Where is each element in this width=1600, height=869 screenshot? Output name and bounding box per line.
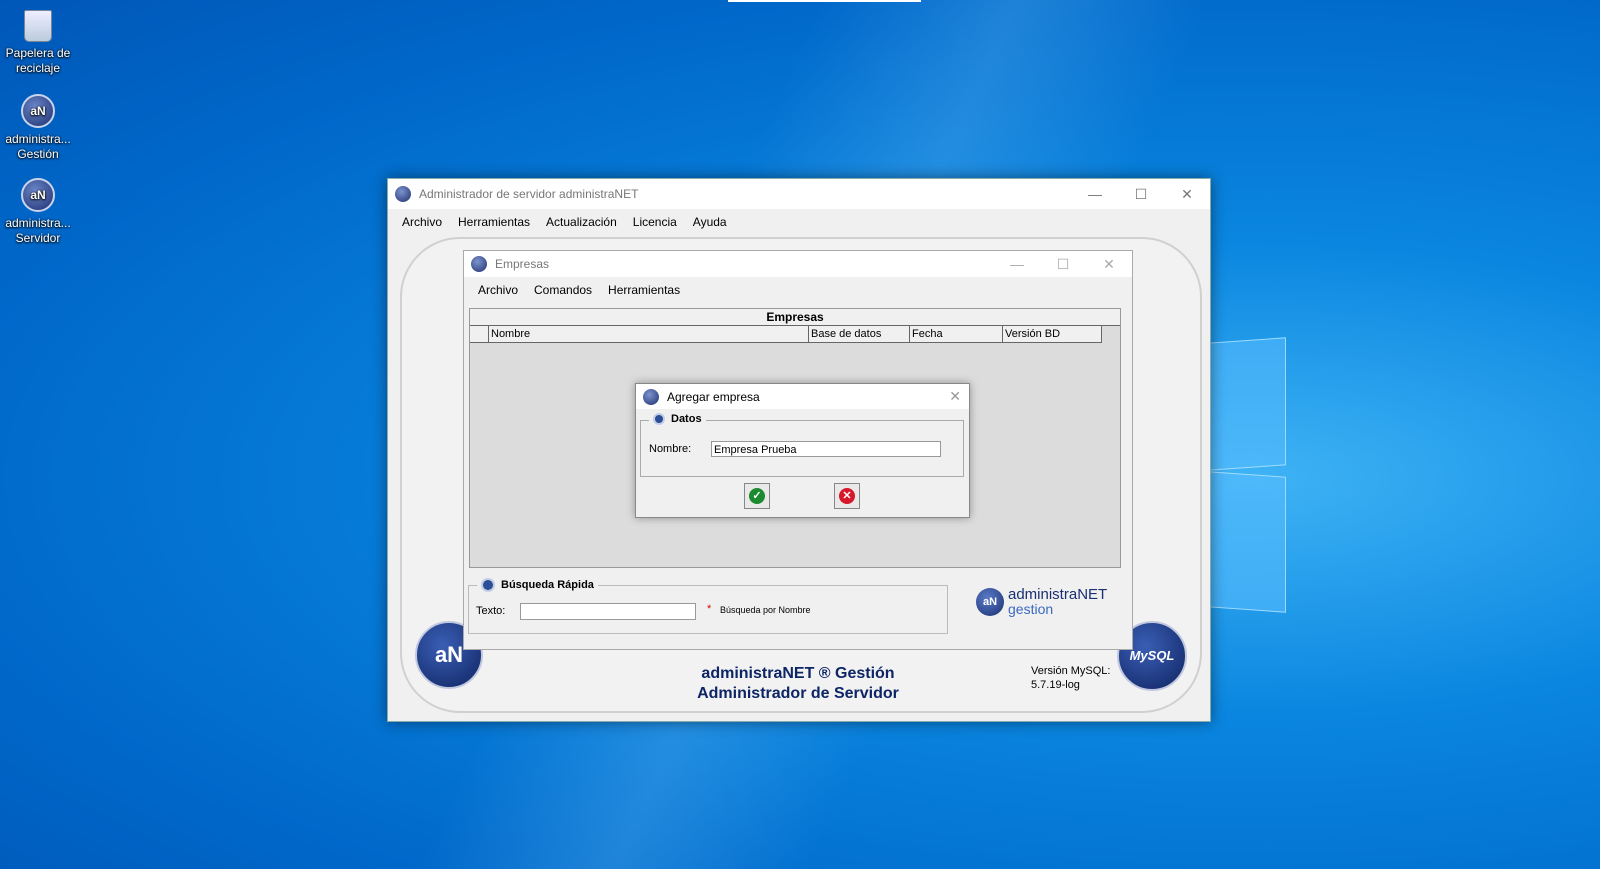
minimize-button[interactable]: — — [1072, 179, 1118, 209]
menu-licencia[interactable]: Licencia — [633, 215, 677, 229]
brand-subtitle: Administrador de Servidor — [697, 685, 899, 702]
administranet-server-icon: aN — [21, 178, 55, 212]
cancel-icon: ✕ — [839, 488, 855, 504]
app-icon — [471, 256, 487, 272]
dialog-titlebar[interactable]: Agregar empresa ✕ — [636, 384, 969, 409]
administranet-gestion-logo: aN administraNET gestion — [976, 586, 1108, 617]
windows-logo-pane — [1208, 471, 1286, 613]
search-input[interactable] — [520, 603, 696, 620]
main-window-title: Administrador de servidor administraNET — [419, 187, 639, 201]
name-label: Nombre: — [649, 443, 692, 455]
brand-title: administraNET ® Gestión — [701, 665, 895, 682]
column-header-base-de-datos[interactable]: Base de datos — [809, 326, 910, 342]
menu-ayuda[interactable]: Ayuda — [693, 215, 727, 229]
required-asterisk: * — [707, 603, 712, 615]
app-icon — [395, 186, 411, 202]
menu-archivo[interactable]: Archivo — [402, 215, 442, 229]
close-icon[interactable]: ✕ — [949, 388, 961, 405]
empresas-titlebar[interactable]: Empresas — ☐ ✕ — [464, 251, 1132, 277]
datos-group: Datos Nombre: Empresa Prueba — [640, 413, 964, 477]
administranet-icon: aN — [21, 94, 55, 128]
windows-logo-pane — [1208, 337, 1286, 471]
grid-title: Empresas — [470, 309, 1120, 326]
an-logo-line2: gestion — [1008, 601, 1054, 617]
app-icon — [643, 388, 659, 405]
main-titlebar[interactable]: Administrador de servidor administraNET … — [388, 179, 1210, 209]
an-logo-mark: aN — [976, 588, 1004, 616]
search-hint: Búsqueda por Nombre — [720, 605, 811, 615]
quick-search-group: Búsqueda Rápida Texto: * Búsqueda por No… — [468, 578, 948, 634]
minimize-button[interactable]: — — [994, 251, 1040, 277]
top-strip — [728, 0, 921, 2]
menu-comandos[interactable]: Comandos — [534, 283, 592, 297]
main-menubar: Archivo Herramientas Actualización Licen… — [388, 209, 1210, 235]
desktop-icon-label: administra... Gestión — [5, 132, 71, 161]
ok-button[interactable]: ✓ — [744, 483, 770, 509]
maximize-button[interactable]: ☐ — [1118, 179, 1164, 209]
menu-archivo[interactable]: Archivo — [478, 283, 518, 297]
name-input[interactable]: Empresa Prueba — [711, 441, 941, 457]
desktop-icon-label: Papelera de reciclaje — [5, 46, 71, 75]
mysql-version-label: Versión MySQL: — [1031, 665, 1111, 677]
check-icon: ✓ — [749, 488, 765, 504]
close-button[interactable]: ✕ — [1086, 251, 1132, 277]
grid-header: Nombre Base de datos Fecha Versión BD — [470, 326, 1102, 343]
empresas-window-title: Empresas — [495, 257, 550, 271]
search-text-label: Texto: — [476, 605, 506, 617]
row-selector-header[interactable] — [470, 326, 489, 342]
column-header-fecha[interactable]: Fecha — [910, 326, 1003, 342]
search-icon — [481, 578, 495, 592]
desktop-icon-label: administra... Servidor — [5, 216, 71, 245]
menu-actualizacion[interactable]: Actualización — [546, 215, 617, 229]
menu-herramientas[interactable]: Herramientas — [458, 215, 530, 229]
cancel-button[interactable]: ✕ — [834, 483, 860, 509]
column-header-version-bd[interactable]: Versión BD — [1003, 326, 1102, 342]
mysql-version-value: 5.7.19-log — [1031, 679, 1080, 691]
recycle-bin-icon — [24, 10, 52, 42]
add-company-dialog: Agregar empresa ✕ Datos Nombre: Empresa … — [635, 383, 970, 518]
quick-search-legend: Búsqueda Rápida — [477, 578, 598, 592]
column-header-nombre[interactable]: Nombre — [489, 326, 809, 342]
database-icon — [653, 413, 665, 425]
desktop-icon-gestion[interactable]: aN administra... Gestión — [0, 92, 76, 162]
desktop-icon-recycle-bin[interactable]: Papelera de reciclaje — [0, 8, 76, 76]
dialog-title: Agregar empresa — [667, 389, 760, 404]
close-button[interactable]: ✕ — [1164, 179, 1210, 209]
menu-herramientas[interactable]: Herramientas — [608, 283, 680, 297]
datos-legend: Datos — [649, 413, 706, 425]
maximize-button[interactable]: ☐ — [1040, 251, 1086, 277]
desktop-icon-servidor[interactable]: aN administra... Servidor — [0, 176, 76, 246]
an-logo-line1: administraNET — [1008, 586, 1108, 603]
